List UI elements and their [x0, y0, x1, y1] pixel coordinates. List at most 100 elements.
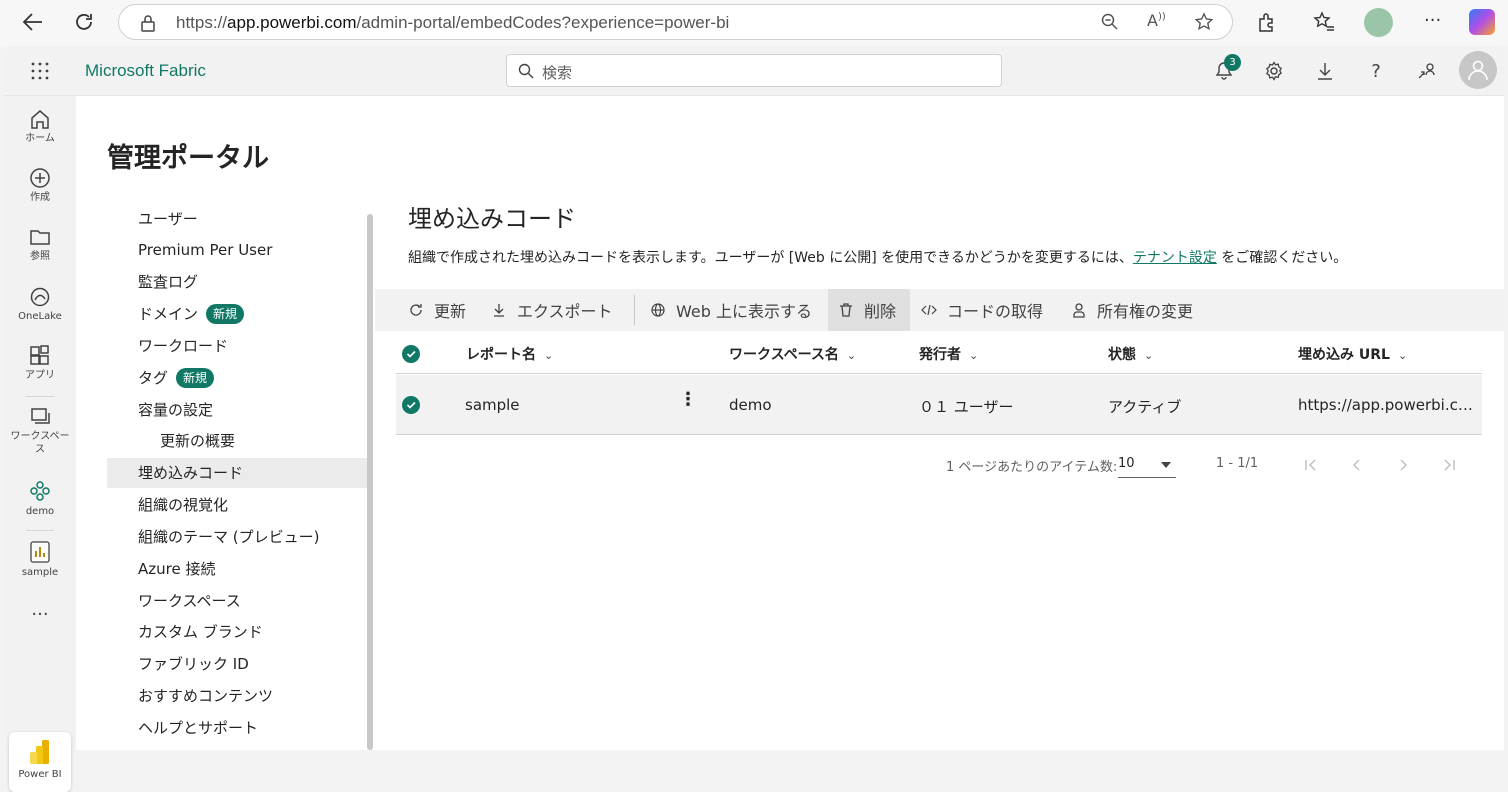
nav-label: ドメイン [138, 305, 199, 323]
nav-item-refresh-summary[interactable]: 更新の概要 [107, 426, 367, 456]
nav-item-help-support[interactable]: ヘルプとサポート [107, 713, 367, 743]
rail-item-workspaces[interactable]: ワークスペース [4, 402, 76, 464]
select-all-checkbox[interactable] [402, 345, 420, 363]
nav-item-azure-connections[interactable]: Azure 接続 [107, 554, 367, 584]
cell-workspace-name: demo [729, 396, 772, 414]
description-text: をご確認ください。 [1216, 250, 1348, 266]
nav-label: Premium Per User [138, 241, 273, 259]
nav-label: 容量の設定 [138, 401, 214, 419]
button-label: 更新 [434, 302, 467, 321]
address-bar[interactable]: https://app.powerbi.com/admin-portal/emb… [118, 4, 1233, 40]
nav-scrollbar[interactable] [366, 194, 374, 750]
nav-item-tags[interactable]: タグ 新規 [107, 363, 367, 393]
zoom-icon[interactable] [1101, 13, 1119, 31]
more-menu-icon[interactable]: ··· [1424, 10, 1441, 31]
column-header-report-name[interactable]: レポート名 ⌄ [466, 344, 553, 364]
rail-item-sample[interactable]: sample [4, 536, 76, 592]
nav-item-org-themes[interactable]: 組織のテーマ (プレビュー) [107, 522, 367, 552]
nav-item-audit-logs[interactable]: 監査ログ [107, 267, 367, 297]
row-checkbox[interactable] [402, 396, 420, 414]
column-header-status[interactable]: 状態 ⌄ [1108, 344, 1153, 364]
nav-item-workspaces[interactable]: ワークスペース [107, 586, 367, 616]
nav-label: ワークロード [138, 337, 229, 355]
app-launcher-icon[interactable] [31, 62, 49, 80]
profile-avatar[interactable] [1364, 8, 1393, 37]
scroll-thumb[interactable] [367, 214, 373, 750]
globe-icon [651, 303, 665, 317]
extensions-icon[interactable] [1256, 11, 1278, 33]
code-icon [921, 304, 937, 316]
help-icon[interactable]: ? [1362, 57, 1390, 85]
change-owner-button[interactable]: 所有権の変更 [1071, 289, 1193, 331]
last-page-icon[interactable] [1437, 454, 1461, 476]
table-row[interactable]: sample ⋮ demo ０１ ユーザー アクティブ https://app.… [396, 375, 1482, 435]
feedback-people-icon[interactable] [1413, 57, 1441, 85]
cell-status: アクティブ [1108, 398, 1182, 416]
delete-button[interactable]: 削除 [828, 289, 910, 331]
nav-item-embed-codes[interactable]: 埋め込みコード [107, 458, 367, 488]
rail-item-create[interactable]: 作成 [4, 163, 76, 219]
button-label: 所有権の変更 [1097, 302, 1194, 321]
page-title: 管理ポータル [107, 143, 269, 174]
next-page-icon[interactable] [1391, 454, 1415, 476]
nav-item-clipped [137, 194, 277, 196]
powerbi-logo-icon [30, 740, 49, 764]
column-header-publisher[interactable]: 発行者 ⌄ [919, 344, 978, 364]
column-label: レポート名 [466, 347, 536, 363]
rail-item-apps[interactable]: アプリ [4, 341, 76, 397]
nav-item-featured-content[interactable]: おすすめコンテンツ [107, 681, 367, 711]
onelake-icon [30, 287, 50, 307]
notification-count-badge: 3 [1224, 54, 1241, 71]
show-on-web-button[interactable]: Web 上に表示する [650, 289, 812, 331]
chevron-down-icon: ⌄ [1397, 349, 1408, 362]
nav-item-users[interactable]: ユーザー [107, 204, 367, 234]
rail-label: OneLake [18, 311, 62, 322]
refresh-button[interactable]: 更新 [408, 289, 466, 331]
rail-item-browse[interactable]: 参照 [4, 222, 76, 278]
chevron-down-icon: ⌄ [846, 349, 857, 362]
table-header: レポート名 ⌄ ワークスペース名 ⌄ 発行者 ⌄ 状態 ⌄ 埋め込み URL ⌄ [396, 334, 1482, 374]
settings-gear-icon[interactable] [1260, 57, 1288, 85]
nav-item-premium-per-user[interactable]: Premium Per User [107, 235, 367, 265]
button-label: コードの取得 [947, 302, 1044, 321]
nav-item-custom-branding[interactable]: カスタム ブランド [107, 617, 367, 647]
export-button[interactable]: エクスポート [491, 289, 613, 331]
favorites-icon[interactable] [1313, 11, 1335, 33]
rail-more-icon[interactable]: ··· [4, 604, 76, 625]
experience-switcher[interactable]: Power BI [9, 732, 71, 792]
nav-item-workloads[interactable]: ワークロード [107, 331, 367, 361]
read-aloud-icon[interactable]: A)) [1147, 11, 1166, 30]
chevron-down-icon: ⌄ [544, 349, 554, 362]
rail-divider [26, 530, 54, 531]
rail-item-onelake[interactable]: OneLake [4, 282, 76, 338]
column-header-embed-url[interactable]: 埋め込み URL ⌄ [1298, 344, 1407, 364]
nav-label: 組織の視覚化 [138, 496, 229, 514]
search-input[interactable]: 検索 [506, 54, 1002, 87]
rail-item-home[interactable]: ホーム [4, 104, 76, 160]
get-code-button[interactable]: コードの取得 [921, 289, 1043, 331]
button-label: 削除 [864, 302, 897, 321]
back-icon[interactable] [18, 7, 48, 37]
rail-item-demo[interactable]: demo [4, 475, 76, 531]
url-text: https://app.powerbi.com/admin-portal/emb… [176, 13, 730, 32]
search-icon [518, 63, 534, 79]
brand-name[interactable]: Microsoft Fabric [85, 61, 206, 81]
tenant-settings-link[interactable]: テナント設定 [1133, 250, 1217, 266]
items-per-page-select[interactable]: 10 [1118, 454, 1176, 478]
column-header-workspace-name[interactable]: ワークスペース名 ⌄ [729, 344, 856, 364]
favorite-star-icon[interactable] [1194, 12, 1214, 32]
account-avatar[interactable] [1459, 51, 1497, 89]
rail-label: 参照 [30, 251, 50, 262]
first-page-icon[interactable] [1299, 454, 1323, 476]
nav-item-capacity-settings[interactable]: 容量の設定 [107, 395, 367, 425]
download-icon[interactable] [1311, 57, 1339, 85]
nav-item-org-visuals[interactable]: 組織の視覚化 [107, 490, 367, 520]
nav-item-fabric-identities[interactable]: ファブリック ID [107, 649, 367, 679]
more-options-icon[interactable]: ⋮ [679, 389, 697, 410]
nav-label: 監査ログ [138, 273, 199, 291]
nav-item-domains[interactable]: ドメイン 新規 [107, 299, 367, 329]
previous-page-icon[interactable] [1345, 454, 1369, 476]
checkmark-icon [406, 401, 416, 409]
copilot-icon[interactable] [1469, 9, 1495, 35]
refresh-icon[interactable] [69, 7, 99, 37]
